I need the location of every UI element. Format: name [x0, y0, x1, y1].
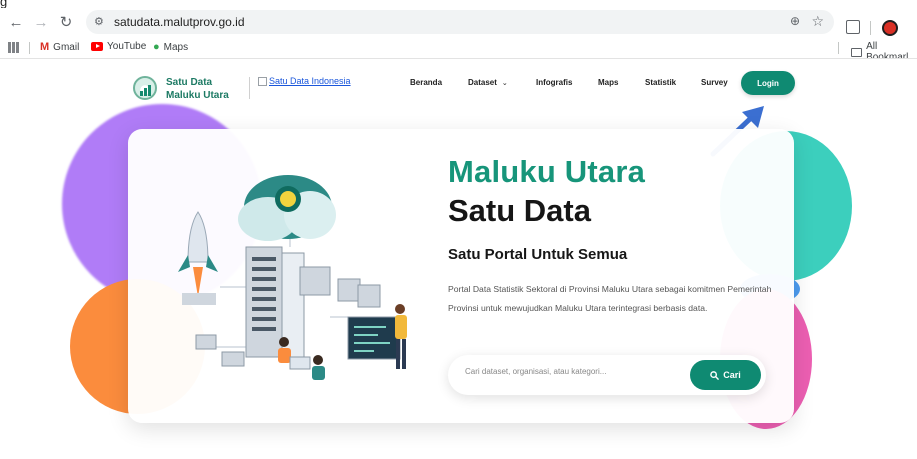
- bookmark-star-icon[interactable]: ☆: [811, 13, 824, 30]
- nav-survey[interactable]: Survey: [701, 78, 728, 87]
- logo-divider: [249, 77, 250, 99]
- maps-pin-icon: ●: [153, 41, 160, 53]
- bookmarks-divider: [29, 42, 30, 54]
- toolbar-divider: [870, 21, 871, 35]
- login-button[interactable]: Login: [741, 71, 795, 95]
- bookmark-label: Gmail: [53, 41, 80, 53]
- reload-icon[interactable]: ↻: [57, 13, 75, 31]
- back-icon[interactable]: ←: [7, 13, 25, 31]
- search-icon: [710, 370, 720, 380]
- address-bar[interactable]: ⚙ satudata.malutprov.go.id ⊕ ☆: [86, 10, 834, 34]
- bookmark-label: Maps: [163, 41, 189, 53]
- forward-icon[interactable]: →: [32, 13, 50, 31]
- nav-statistik[interactable]: Statistik: [645, 78, 676, 87]
- site-logo-text[interactable]: Satu Data Maluku Utara: [166, 76, 229, 102]
- search-button[interactable]: Cari: [690, 360, 761, 390]
- nav-beranda[interactable]: Beranda: [410, 78, 442, 87]
- gmail-icon: M: [40, 41, 50, 53]
- broken-image-icon: [258, 76, 267, 86]
- hero-title-line-2: Satu Data: [448, 193, 591, 228]
- bookmarks-divider: [838, 42, 839, 54]
- bookmark-youtube[interactable]: YouTube: [91, 41, 146, 52]
- extensions-icon[interactable]: [846, 20, 860, 34]
- chevron-down-icon: ⌄: [501, 80, 508, 87]
- partner-logo-alt-text: Satu Data Indonesia: [269, 76, 351, 86]
- window-top-strip: g: [0, 0, 917, 9]
- data-center-illustration: [178, 175, 407, 380]
- logo-bars-icon: [140, 84, 152, 96]
- bookmark-gmail[interactable]: M Gmail: [40, 41, 79, 53]
- site-header: Satu Data Maluku Utara Satu Data Indones…: [0, 59, 917, 109]
- bookmarks-bar: M Gmail YouTube ● Maps All Bookmarl: [0, 38, 917, 63]
- nav-dataset-label: Dataset: [468, 78, 497, 87]
- search-input[interactable]: [465, 367, 680, 376]
- web-page: Satu Data Maluku Utara Satu Data Indones…: [0, 59, 917, 459]
- hero-title-line-1: Maluku Utara: [448, 154, 646, 189]
- apps-grid-icon[interactable]: [8, 42, 19, 53]
- browser-toolbar: ← → ↻ ⚙ satudata.malutprov.go.id ⊕ ☆: [0, 8, 917, 36]
- folder-icon: [851, 47, 863, 57]
- hero-description: Portal Data Statistik Sektoral di Provin…: [448, 284, 772, 313]
- url-text[interactable]: satudata.malutprov.go.id: [114, 15, 245, 29]
- zoom-icon[interactable]: ⊕: [790, 14, 800, 28]
- nav-dataset[interactable]: Dataset ⌄: [468, 78, 508, 87]
- hero-subtitle: Satu Portal Untuk Semua: [448, 246, 628, 263]
- bookmark-maps[interactable]: ● Maps: [153, 41, 188, 53]
- profile-avatar[interactable]: [882, 20, 898, 36]
- nav-infografis[interactable]: Infografis: [536, 78, 572, 87]
- nav-maps[interactable]: Maps: [598, 78, 618, 87]
- bookmark-label: YouTube: [107, 41, 147, 52]
- satu-data-indonesia-logo[interactable]: Satu Data Indonesia: [258, 76, 351, 86]
- logo-line-2: Maluku Utara: [166, 90, 229, 101]
- logo-line-1: Satu Data: [166, 77, 213, 88]
- youtube-icon: [91, 42, 103, 51]
- search-button-label: Cari: [723, 370, 741, 380]
- site-info-icon[interactable]: ⚙: [94, 15, 104, 28]
- search-bar: Cari: [448, 355, 766, 395]
